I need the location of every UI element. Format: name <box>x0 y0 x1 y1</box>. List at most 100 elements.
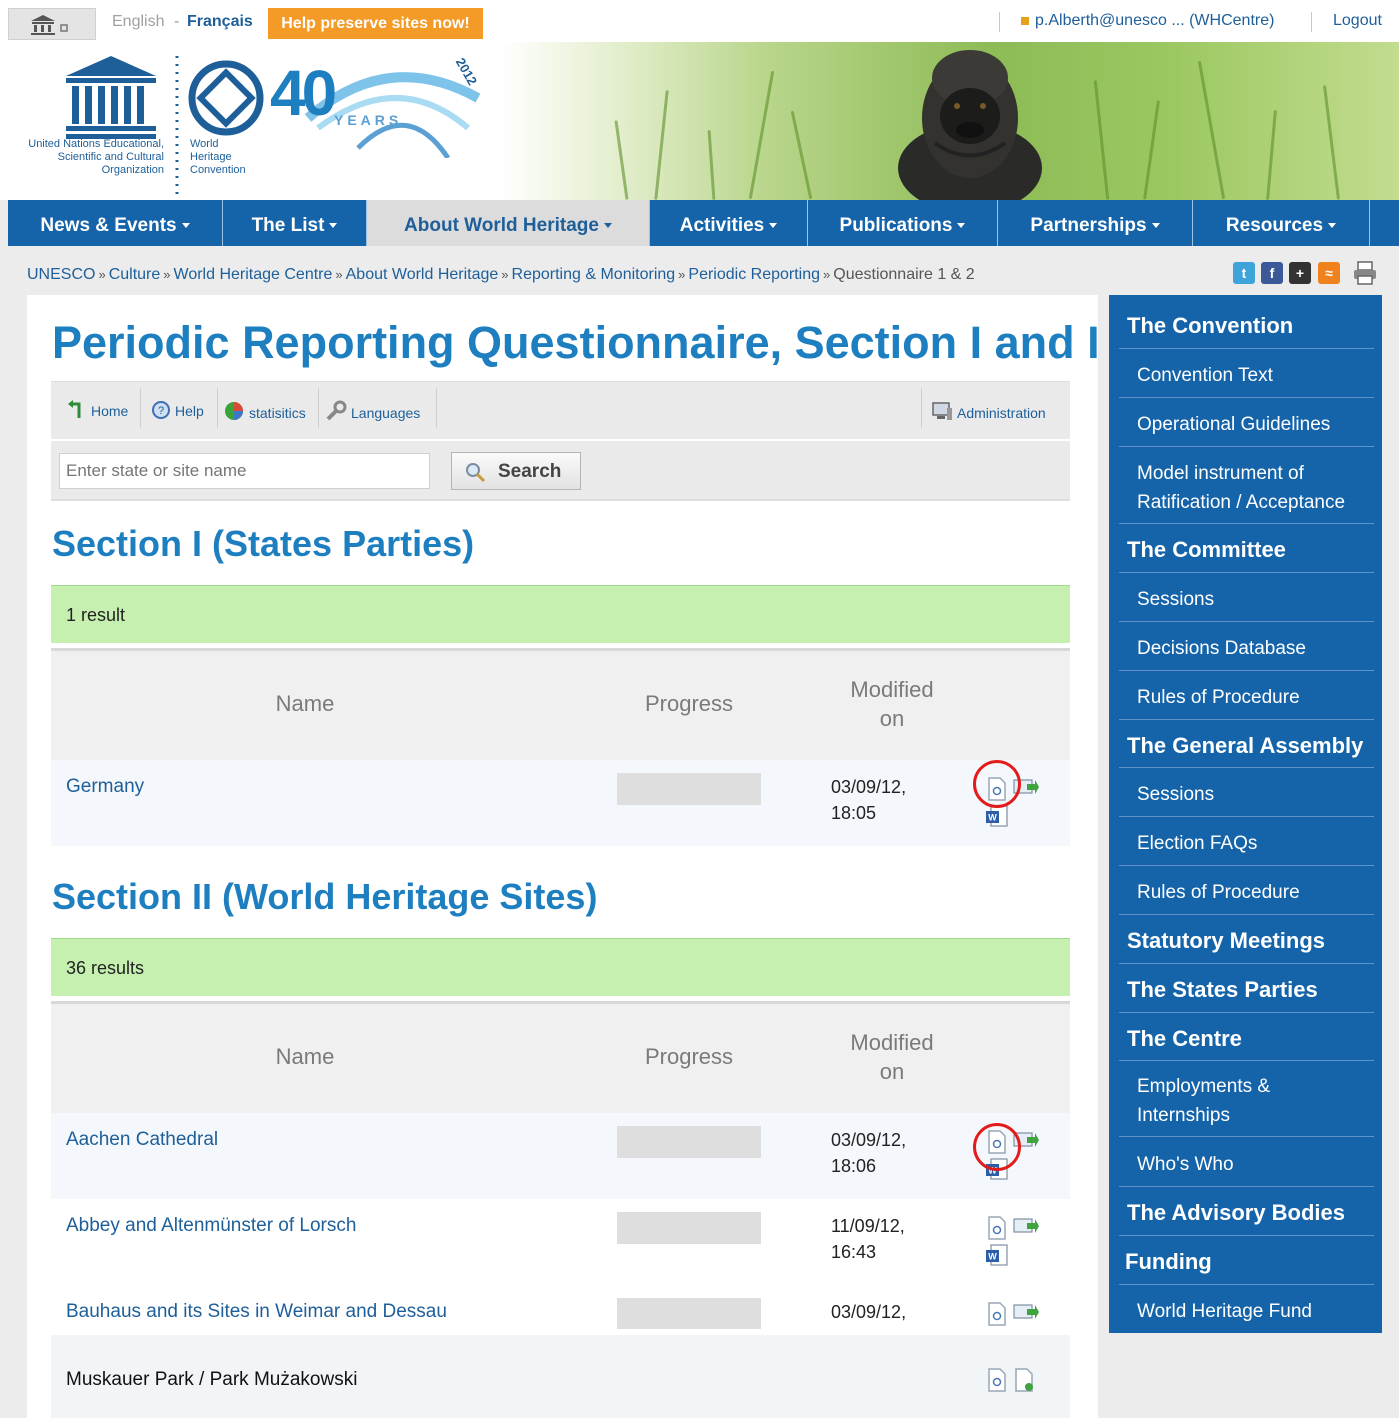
breadcrumb-sep: » <box>98 267 106 282</box>
word-document-icon[interactable]: W <box>985 805 1009 829</box>
header-name: Name <box>275 691 335 716</box>
nav-resources[interactable]: Resources <box>1193 200 1370 246</box>
top-bar: English - Français Help preserve sites n… <box>0 0 1399 42</box>
sidebar-divider <box>1119 1186 1374 1187</box>
home-menu-button[interactable] <box>8 8 96 40</box>
sidebar-divider <box>1119 865 1374 866</box>
breadcrumb-sep: » <box>823 267 831 282</box>
whc-line: World <box>190 138 219 150</box>
toolbar-help[interactable]: ? Help <box>151 400 204 420</box>
breadcrumb-item[interactable]: World Heritage Centre <box>174 266 333 283</box>
send-mail-icon[interactable] <box>1013 1214 1039 1238</box>
row-date: 03/09/12, <box>831 777 907 797</box>
row-date: 03/09/12, <box>831 1130 907 1150</box>
sidebar-heading-funding[interactable]: Funding <box>1125 1249 1212 1275</box>
breadcrumb-sep: » <box>163 267 171 282</box>
sidebar-item-convention-text[interactable]: Convention Text <box>1137 361 1273 390</box>
rss-icon[interactable]: ≈ <box>1318 262 1340 284</box>
new-document-icon[interactable] <box>1014 1368 1034 1392</box>
logout-link[interactable]: Logout <box>1333 12 1382 30</box>
nav-label: About World Heritage <box>404 215 599 236</box>
toolbar-administration[interactable]: Administration <box>931 400 1046 422</box>
highlight-circle <box>973 760 1021 808</box>
row-date: 03/09/12, <box>831 1302 907 1322</box>
search-button[interactable]: Search <box>451 452 581 490</box>
section-1-result-count: 1 result <box>51 585 1070 643</box>
table-row: Germany 03/09/12, 18:05 W <box>51 760 1070 846</box>
sidebar-heading-states-parties[interactable]: The States Parties <box>1127 977 1318 1003</box>
home-arrow-icon <box>68 400 81 418</box>
row-name-link[interactable]: Muskauer Park / Park Mużakowski <box>66 1369 357 1391</box>
sidebar-divider <box>1119 1060 1374 1061</box>
chevron-down-icon <box>329 223 338 229</box>
row-name-link[interactable]: Abbey and Altenmünster of Lorsch <box>66 1215 356 1237</box>
sidebar-item-ga-sessions[interactable]: Sessions <box>1137 780 1214 809</box>
breadcrumb-item[interactable]: UNESCO <box>27 266 95 283</box>
sidebar-item-ga-rules[interactable]: Rules of Procedure <box>1137 878 1300 907</box>
nav-partnerships[interactable]: Partnerships <box>998 200 1193 246</box>
header-modified: Modified on <box>831 1028 953 1086</box>
help-preserve-button[interactable]: Help preserve sites now! <box>268 8 483 39</box>
toolbar-divider <box>140 388 141 428</box>
breadcrumb-item[interactable]: Culture <box>109 266 161 283</box>
toolbar-statistics[interactable]: statisitics <box>223 400 306 422</box>
breadcrumb-item[interactable]: About World Heritage <box>346 266 499 283</box>
progress-bar <box>617 1126 761 1158</box>
breadcrumb-item[interactable]: Reporting & Monitoring <box>512 266 676 283</box>
print-icon[interactable] <box>1352 261 1378 285</box>
sidebar-item-election-faqs[interactable]: Election FAQs <box>1137 829 1257 858</box>
lang-english-link[interactable]: English <box>112 13 164 31</box>
chevron-down-icon <box>1328 223 1337 229</box>
sidebar-heading-statutory-meetings[interactable]: Statutory Meetings <box>1127 928 1325 954</box>
nav-news-events[interactable]: News & Events <box>8 200 223 246</box>
sidebar-item-committee-rules[interactable]: Rules of Procedure <box>1137 683 1300 712</box>
header-modified: Modified on <box>831 675 953 733</box>
toolbar-divider <box>921 388 922 428</box>
nav-the-list[interactable]: The List <box>223 200 367 246</box>
section-2-table-header: Name Progress Modified on <box>51 1001 1070 1113</box>
sidebar-item-employments[interactable]: Employments & Internships <box>1137 1072 1270 1130</box>
sidebar-heading-convention[interactable]: The Convention <box>1127 313 1293 339</box>
toolbar-home[interactable]: Home <box>67 400 128 420</box>
view-document-icon[interactable] <box>987 1368 1007 1392</box>
word-document-icon[interactable]: W <box>985 1244 1009 1268</box>
main-content: Periodic Reporting Questionnaire, Sectio… <box>27 295 1098 1418</box>
sidebar-heading-committee[interactable]: The Committee <box>1127 537 1286 563</box>
toolbar-languages[interactable]: Languages <box>325 400 420 422</box>
svg-text:?: ? <box>158 405 164 417</box>
row-time: 16:43 <box>831 1242 877 1262</box>
nav-about-world-heritage[interactable]: About World Heritage <box>367 200 650 246</box>
breadcrumb-item[interactable]: Periodic Reporting <box>688 266 820 283</box>
table-row: Muskauer Park / Park Mużakowski <box>51 1335 1070 1418</box>
facebook-icon[interactable]: f <box>1261 262 1283 284</box>
sidebar-item-whos-who[interactable]: Who's Who <box>1137 1150 1234 1179</box>
sidebar-item-model-instrument[interactable]: Model instrument of Ratification / Accep… <box>1137 459 1345 517</box>
row-name-link[interactable]: Germany <box>66 776 144 798</box>
sidebar-item-decisions-database[interactable]: Decisions Database <box>1137 634 1306 663</box>
progress-bar <box>617 1298 761 1329</box>
user-account-link[interactable]: p.Alberth@unesco ... (WHCentre) <box>1021 12 1274 30</box>
sidebar-heading-general-assembly[interactable]: The General Assembly <box>1127 733 1363 759</box>
lang-french-link[interactable]: Français <box>187 13 253 31</box>
sidebar-heading-advisory-bodies[interactable]: The Advisory Bodies <box>1127 1200 1345 1226</box>
nav-publications[interactable]: Publications <box>808 200 998 246</box>
row-name-link[interactable]: Bauhaus and its Sites in Weimar and Dess… <box>66 1301 447 1323</box>
sidebar-divider <box>1119 523 1374 524</box>
nav-label: Publications <box>839 215 953 236</box>
sidebar-item-operational-guidelines[interactable]: Operational Guidelines <box>1137 410 1330 439</box>
sidebar-heading-centre[interactable]: The Centre <box>1127 1026 1242 1052</box>
nav-activities[interactable]: Activities <box>650 200 808 246</box>
row-name-link[interactable]: Aachen Cathedral <box>66 1129 218 1151</box>
page-title: Periodic Reporting Questionnaire, Sectio… <box>52 317 1098 368</box>
twitter-icon[interactable]: t <box>1233 262 1255 284</box>
send-mail-icon[interactable] <box>1013 1300 1039 1324</box>
view-document-icon[interactable] <box>987 1216 1007 1240</box>
sidebar-item-line: Internships <box>1137 1105 1230 1126</box>
sidebar-item-committee-sessions[interactable]: Sessions <box>1137 585 1214 614</box>
unesco-name: United Nations Educational, Scientific a… <box>28 138 164 176</box>
search-input[interactable] <box>59 453 430 489</box>
sidebar-item-world-heritage-fund[interactable]: World Heritage Fund <box>1137 1297 1312 1326</box>
share-plus-icon[interactable]: + <box>1289 262 1311 284</box>
sidebar-divider <box>1119 397 1374 398</box>
view-document-icon[interactable] <box>987 1302 1007 1326</box>
